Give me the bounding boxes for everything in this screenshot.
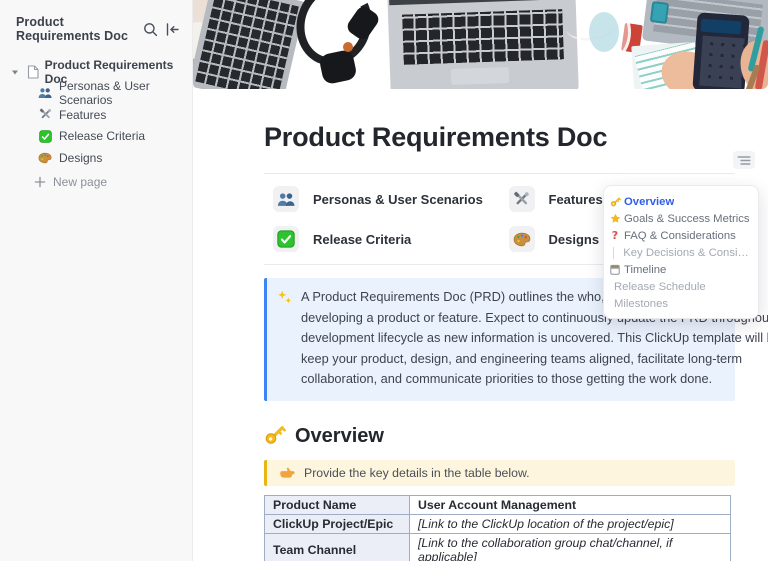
- quick-link-release-criteria[interactable]: Release Criteria: [264, 223, 500, 255]
- new-page-button[interactable]: New page: [0, 172, 192, 194]
- document-icon: [26, 65, 39, 79]
- table-cell-label[interactable]: ClickUp Project/Epic: [264, 513, 410, 534]
- toc-item-label: Milestones: [614, 297, 668, 310]
- cover-phone: [649, 1, 670, 24]
- toc-item-timeline[interactable]: Timeline: [604, 261, 758, 278]
- page-title[interactable]: Product Requirements Doc: [264, 122, 735, 153]
- table-row: ClickUp Project/Epic [Link to the ClickU…: [264, 513, 731, 534]
- key-icon: [264, 423, 286, 450]
- toc-item-label: FAQ & Considerations: [624, 229, 736, 242]
- key-icon: [609, 196, 621, 207]
- quick-link-label: Designs: [548, 231, 600, 247]
- sidebar-item-label: Designs: [59, 150, 103, 165]
- chevron-expand-icon[interactable]: [8, 68, 21, 76]
- personas-icon: [38, 87, 52, 99]
- cover-laptop-trackpad: [450, 66, 510, 86]
- toc-item-goals[interactable]: Goals & Success Metrics: [604, 210, 758, 227]
- table-row: Team Channel [Link to the collaboration …: [264, 532, 731, 561]
- quick-link-label: Release Criteria: [313, 231, 412, 247]
- sidebar-item-label: Personas & User Scenarios: [59, 79, 150, 108]
- search-icon[interactable]: [143, 22, 158, 37]
- tools-icon: [38, 108, 52, 121]
- sidebar-item-release-criteria[interactable]: Release Criteria: [0, 126, 192, 148]
- quick-link-label: Personas & User Scenarios: [313, 191, 483, 207]
- sidebar-header: Product Requirements Doc: [0, 0, 192, 53]
- pointing-hand-icon: [279, 466, 295, 479]
- sidebar-item-label: Release Criteria: [59, 129, 146, 144]
- intro-line: collaboration, and communicate prioritie…: [301, 371, 713, 386]
- cover-laptop-keys: [402, 9, 564, 65]
- table-cell-value[interactable]: [Link to the ClickUp location of the pro…: [409, 513, 731, 534]
- table-cell-label[interactable]: Product Name: [264, 494, 410, 515]
- cover-calculator-screen: [700, 18, 742, 35]
- toc-item-label: Key Decisions & Consideratio...: [623, 246, 752, 259]
- overview-heading: Overview: [295, 424, 384, 447]
- toc-item-overview[interactable]: Overview: [604, 193, 758, 210]
- toc-item-milestones[interactable]: Milestones: [604, 295, 758, 312]
- toc-item-label: Goals & Success Metrics: [624, 212, 750, 225]
- palette-icon: [508, 226, 535, 252]
- toc-item-release-schedule[interactable]: Release Schedule: [604, 278, 758, 295]
- table-cell-value[interactable]: [Link to the collaboration group chat/ch…: [409, 532, 731, 561]
- tools-icon: [508, 186, 535, 212]
- check-icon: [273, 226, 299, 252]
- palette-icon: [38, 152, 52, 164]
- toc-item-label: Overview: [624, 195, 675, 208]
- check-icon: [38, 129, 52, 143]
- sparkles-icon: [277, 290, 292, 390]
- cover-glass-water: [589, 12, 619, 52]
- toc-item-label: Release Schedule: [614, 280, 706, 293]
- personas-icon: [273, 186, 299, 212]
- overview-heading-row[interactable]: Overview: [264, 423, 735, 450]
- table-cell-value[interactable]: User Account Management: [409, 494, 731, 515]
- toc-item-key-decisions[interactable]: Key Decisions & Consideratio...: [604, 244, 758, 261]
- toc-item-label: Timeline: [624, 263, 667, 276]
- new-page-label: New page: [53, 175, 108, 190]
- star-icon: [609, 213, 621, 224]
- cover-image: [193, 0, 768, 89]
- cover-headphone-cup: [318, 48, 358, 86]
- intro-line: development lifecycle as new information…: [301, 330, 768, 345]
- sidebar-tree: Product Requirements Doc Personas & User…: [0, 58, 192, 194]
- sidebar-title: Product Requirements Doc: [16, 15, 129, 43]
- tip-text: Provide the key details in the table bel…: [304, 465, 530, 480]
- question-icon: ?: [611, 229, 619, 242]
- plus-icon: [33, 176, 47, 188]
- doc-body: Product Requirements Doc Personas & User…: [193, 89, 768, 561]
- sidebar-item-label: Features: [59, 107, 107, 122]
- overview-table: Product Name User Account Management Cli…: [264, 494, 731, 561]
- quick-link-personas[interactable]: Personas & User Scenarios: [264, 183, 500, 215]
- collapse-sidebar-icon[interactable]: [165, 22, 180, 37]
- sidebar: Product Requirements Doc Product Require…: [0, 0, 193, 561]
- tip-callout[interactable]: Provide the key details in the table bel…: [264, 459, 735, 486]
- table-row: Product Name User Account Management: [264, 494, 731, 515]
- sidebar-item-personas[interactable]: Personas & User Scenarios: [0, 79, 192, 107]
- sidebar-item-designs[interactable]: Designs: [0, 147, 192, 169]
- cover-calculator-keys: [699, 35, 745, 89]
- toc-icon[interactable]: [733, 151, 755, 169]
- table-cell-label[interactable]: Team Channel: [264, 532, 410, 561]
- intro-line: keep your product, design, and engineeri…: [301, 350, 743, 366]
- toc-item-faq[interactable]: ? FAQ & Considerations: [604, 227, 758, 244]
- indent-bar: [613, 246, 615, 259]
- calendar-icon: [609, 264, 621, 275]
- cover-headphone-wire: [343, 42, 353, 52]
- clickup-doc-page: { "sidebar": { "title": "Product Require…: [0, 0, 768, 561]
- toc-popup: Overview Goals & Success Metrics ? FAQ &…: [603, 185, 759, 319]
- quick-link-label: Features: [548, 191, 603, 207]
